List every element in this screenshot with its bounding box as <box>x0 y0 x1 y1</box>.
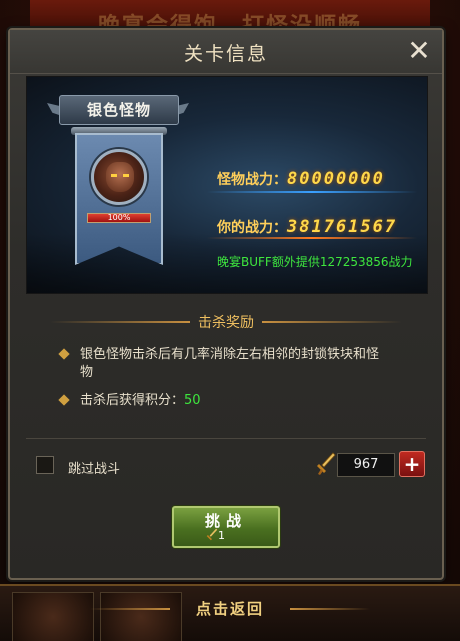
challenge-label: 挑战 <box>204 512 247 530</box>
return-button[interactable]: 点击返回 <box>170 596 290 622</box>
bottom-slot <box>12 592 94 641</box>
reward-item: 击杀后获得积分：50 <box>58 392 380 410</box>
dialog-title: 关卡信息 <box>183 43 268 65</box>
divider <box>26 438 426 439</box>
monster-face <box>106 162 134 192</box>
challenge-cost: 1 <box>218 529 225 542</box>
skip-battle-checkbox[interactable] <box>36 456 54 474</box>
reward-header: 击杀奖励 <box>10 312 442 332</box>
reward-header-line-right <box>262 321 402 323</box>
return-line-left <box>90 608 170 610</box>
buff-text: 晚宴BUFF额外提供127253856战力 <box>217 255 413 269</box>
add-resource-button[interactable]: + <box>399 451 425 477</box>
sword-icon <box>317 452 336 475</box>
score-value: 50 <box>184 393 201 408</box>
reward-item: 银色怪物击杀后有几率消除左右相邻的封锁铁块和怪物 <box>58 346 380 382</box>
skip-battle-label: 跳过战斗 <box>68 462 121 477</box>
power-glow-blue <box>207 191 417 193</box>
resource-count: 967 <box>337 453 395 477</box>
bottom-bar: 点击返回 <box>0 584 460 641</box>
dialog-title-bar: 关卡信息 ✕ <box>10 30 442 74</box>
monster-name: 银色怪物 <box>59 95 179 125</box>
sword-icon <box>206 528 218 541</box>
monster-power-label: 怪物战力： <box>217 172 287 188</box>
monster-power-value: 80000000 <box>287 169 385 189</box>
return-line-right <box>290 608 370 610</box>
monster-power-row: 怪物战力：80000000 <box>217 169 385 189</box>
monster-banner: 银色怪物 100% <box>47 89 199 289</box>
monster-hp-bar: 100% <box>87 213 151 223</box>
power-glow-orange <box>207 237 417 239</box>
reward-item-text: 击杀后获得积分： <box>80 393 185 408</box>
monster-hp-text: 100% <box>107 213 131 222</box>
your-power-value: 381761567 <box>287 217 398 237</box>
reward-item-text: 银色怪物击杀后有几率消除左右相邻的封锁铁块和怪物 <box>80 347 380 380</box>
monster-eye <box>123 174 129 177</box>
close-icon[interactable]: ✕ <box>404 36 434 66</box>
challenge-button[interactable]: 挑战 1 <box>172 506 280 548</box>
bullet-diamond-icon <box>58 348 70 360</box>
stage-info-dialog: 关卡信息 ✕ 银色怪物 100% 怪物战力：80000000 你的战力：3817… <box>8 28 444 580</box>
monster-eye <box>111 174 117 177</box>
your-power-label: 你的战力： <box>217 220 287 236</box>
monster-panel: 银色怪物 100% 怪物战力：80000000 你的战力：381761567 晚… <box>26 76 428 294</box>
monster-portrait <box>91 149 147 205</box>
your-power-row: 你的战力：381761567 <box>217 217 397 237</box>
game-screen: 晚宴会得饱，打怪没顺畅 关卡信息 ✕ 银色怪物 100% 怪物战力：800000… <box>0 0 460 641</box>
bullet-diamond-icon <box>58 394 70 406</box>
